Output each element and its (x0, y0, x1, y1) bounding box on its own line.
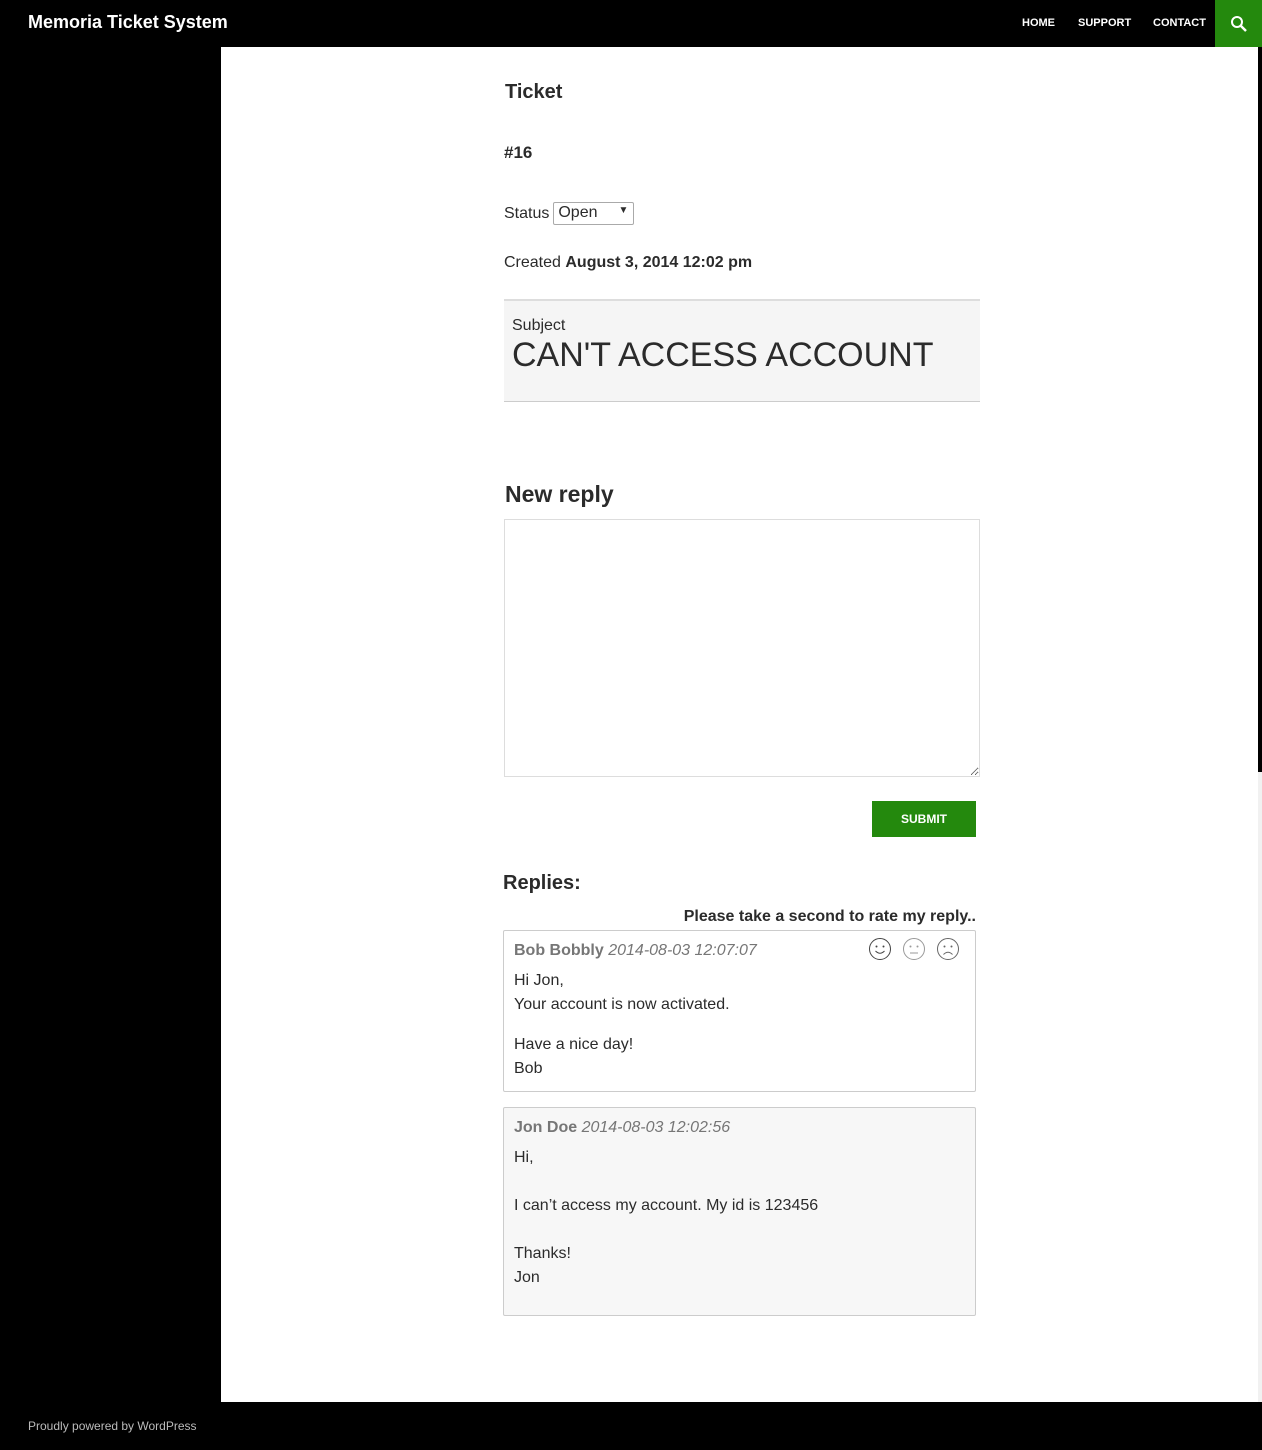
reply-textarea[interactable] (504, 519, 980, 777)
status-row: Status Open ▼ (504, 202, 635, 225)
subject-box: Subject CAN'T ACCESS ACCOUNT (504, 299, 980, 402)
created-label: Created (504, 254, 561, 271)
ticket-heading: Ticket (505, 81, 563, 103)
reply-line: Your account is now activated. (514, 996, 730, 1013)
replies-heading: Replies: (503, 872, 581, 894)
subject-label: Subject (512, 317, 566, 334)
ticket-number: #16 (504, 143, 533, 162)
reply-line: Hi Jon, (514, 972, 564, 989)
status-label: Status (504, 204, 550, 222)
created-row: Created August 3, 2014 12:02 pm (504, 254, 752, 272)
reply-timestamp: 2014-08-03 12:07:07 (608, 942, 757, 959)
status-value: Open (558, 204, 598, 221)
nav-support[interactable]: SUPPORT (1078, 17, 1131, 29)
rate-prompt: Please take a second to rate my reply.. (683, 908, 976, 925)
chevron-down-icon: ▼ (618, 205, 629, 216)
submit-button[interactable]: SUBMIT (872, 801, 976, 837)
created-value: August 3, 2014 12:02 pm (565, 254, 753, 271)
reply-line: Jon (514, 1269, 540, 1286)
footer-credit[interactable]: Proudly powered by WordPress (28, 1419, 197, 1433)
scrollbar[interactable] (1258, 772, 1262, 1402)
reply-line: Hi, (514, 1149, 534, 1166)
sad-face-icon[interactable] (936, 937, 960, 961)
reply-line: I can’t access my account. My id is 1234… (514, 1197, 819, 1214)
reply-timestamp: 2014-08-03 12:02:56 (581, 1119, 731, 1136)
reply-item: Bob Bobbly 2014-08-03 12:07:07 Hi Jon, Y… (503, 930, 976, 1092)
reply-line: Have a nice day! (514, 1036, 634, 1053)
reply-line: Bob (514, 1060, 543, 1077)
neutral-face-icon[interactable] (902, 937, 926, 961)
nav-contact[interactable]: CONTACT (1153, 17, 1206, 29)
new-reply-heading: New reply (505, 481, 614, 507)
reply-author: Jon Doe (514, 1119, 578, 1136)
subject-text: CAN'T ACCESS ACCOUNT (512, 336, 934, 374)
site-title[interactable]: Memoria Ticket System (28, 12, 228, 33)
status-select[interactable]: Open ▼ (553, 202, 635, 225)
reply-author: Bob Bobbly (514, 942, 604, 959)
reply-line: Thanks! (514, 1245, 571, 1262)
reply-item: Jon Doe 2014-08-03 12:02:56 Hi, I can’t … (503, 1107, 976, 1316)
happy-face-icon[interactable] (868, 937, 892, 961)
site-header: Memoria Ticket System HOME SUPPORT CONTA… (0, 0, 1262, 47)
search-button[interactable] (1215, 0, 1262, 47)
nav-home[interactable]: HOME (1022, 17, 1055, 29)
search-icon (1230, 15, 1247, 32)
site-footer: Proudly powered by WordPress (0, 1402, 1262, 1450)
